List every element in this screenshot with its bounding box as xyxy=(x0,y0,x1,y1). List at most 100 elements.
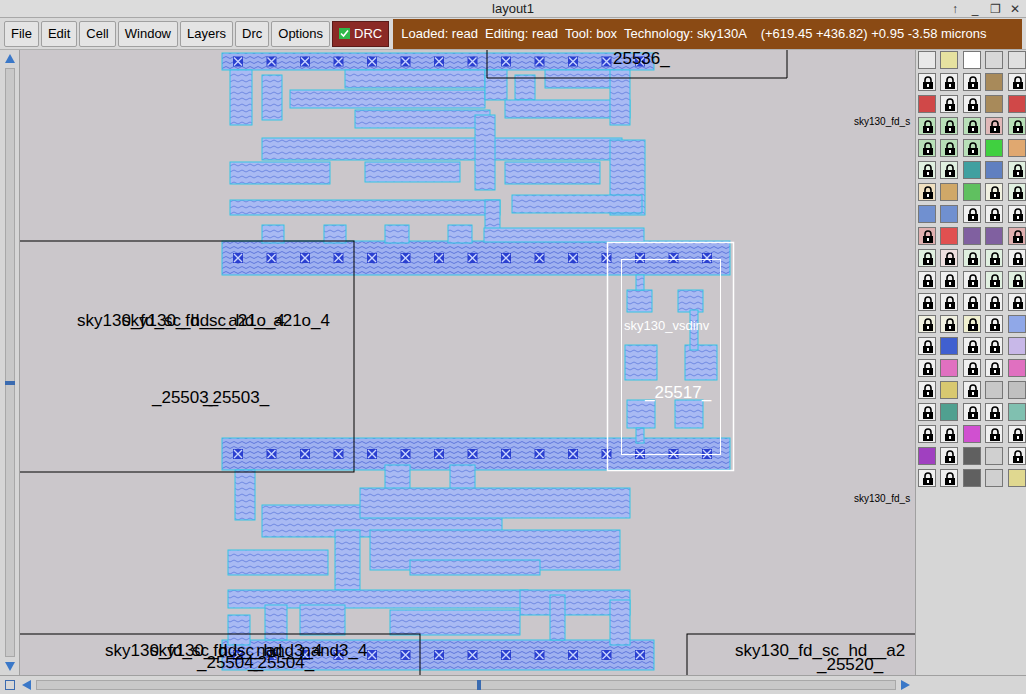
layer-swatch[interactable] xyxy=(918,315,936,333)
layer-swatch[interactable] xyxy=(918,73,936,91)
window-control-button[interactable]: ❐ xyxy=(988,0,1002,18)
layer-swatch[interactable] xyxy=(985,381,1003,399)
layer-swatch[interactable] xyxy=(940,183,958,201)
layer-swatch[interactable] xyxy=(1008,271,1026,289)
layer-swatch[interactable] xyxy=(963,161,981,179)
layer-swatch[interactable] xyxy=(940,403,958,421)
menu-button[interactable]: Options xyxy=(271,21,330,47)
scroll-thumb[interactable] xyxy=(477,680,481,690)
menu-button[interactable]: Window xyxy=(118,21,178,47)
layer-swatch[interactable] xyxy=(918,117,936,135)
layer-swatch[interactable] xyxy=(1008,183,1026,201)
layer-swatch[interactable] xyxy=(985,447,1003,465)
layer-swatch[interactable] xyxy=(963,249,981,267)
layer-swatch[interactable] xyxy=(918,469,936,487)
layer-swatch[interactable] xyxy=(985,469,1003,487)
layer-swatch[interactable] xyxy=(940,205,958,223)
layer-swatch[interactable] xyxy=(918,183,936,201)
scroll-up-icon[interactable] xyxy=(3,52,17,66)
layer-swatch[interactable] xyxy=(940,293,958,311)
layer-swatch[interactable] xyxy=(918,293,936,311)
layer-swatch[interactable] xyxy=(963,293,981,311)
layer-swatch[interactable] xyxy=(1008,51,1026,69)
layer-swatch[interactable] xyxy=(918,381,936,399)
layer-swatch[interactable] xyxy=(1008,205,1026,223)
layer-swatch[interactable] xyxy=(985,117,1003,135)
layer-swatch[interactable] xyxy=(940,337,958,355)
window-control-button[interactable]: ↑ xyxy=(948,0,962,18)
layer-swatch[interactable] xyxy=(940,447,958,465)
layer-swatch[interactable] xyxy=(963,227,981,245)
layer-swatch[interactable] xyxy=(1008,95,1026,113)
layer-swatch[interactable] xyxy=(985,227,1003,245)
layer-swatch[interactable] xyxy=(1008,403,1026,421)
layer-swatch[interactable] xyxy=(963,469,981,487)
layer-swatch[interactable] xyxy=(985,359,1003,377)
menu-button[interactable]: Cell xyxy=(79,21,115,47)
layer-swatch[interactable] xyxy=(918,337,936,355)
layer-swatch[interactable] xyxy=(963,183,981,201)
layer-swatch[interactable] xyxy=(985,51,1003,69)
layer-swatch[interactable] xyxy=(940,381,958,399)
layer-swatch[interactable] xyxy=(1008,73,1026,91)
layer-swatch[interactable] xyxy=(940,469,958,487)
layer-swatch[interactable] xyxy=(985,73,1003,91)
layer-swatch[interactable] xyxy=(985,205,1003,223)
layer-swatch[interactable] xyxy=(1008,161,1026,179)
layer-swatch[interactable] xyxy=(1008,249,1026,267)
layer-swatch[interactable] xyxy=(963,337,981,355)
scroll-left-icon[interactable] xyxy=(20,678,34,692)
layer-swatch[interactable] xyxy=(985,271,1003,289)
layer-swatch[interactable] xyxy=(940,139,958,157)
layer-swatch[interactable] xyxy=(940,95,958,113)
layer-swatch[interactable] xyxy=(963,447,981,465)
layer-swatch[interactable] xyxy=(963,403,981,421)
layer-swatch[interactable] xyxy=(918,95,936,113)
layer-swatch[interactable] xyxy=(918,249,936,267)
scroll-right-icon[interactable] xyxy=(898,678,912,692)
menu-button[interactable]: File xyxy=(4,21,39,47)
layer-swatch[interactable] xyxy=(918,447,936,465)
layer-swatch[interactable] xyxy=(985,183,1003,201)
layer-swatch[interactable] xyxy=(985,315,1003,333)
drc-toggle[interactable]: DRC xyxy=(332,21,389,47)
drc-checkbox[interactable] xyxy=(339,28,350,39)
layer-swatch[interactable] xyxy=(1008,447,1026,465)
layer-swatch[interactable] xyxy=(1008,425,1026,443)
layer-swatch[interactable] xyxy=(918,161,936,179)
layer-swatch[interactable] xyxy=(1008,337,1026,355)
scroll-down-icon[interactable] xyxy=(3,659,17,673)
layer-swatch[interactable] xyxy=(940,73,958,91)
layer-swatch[interactable] xyxy=(963,73,981,91)
layer-swatch[interactable] xyxy=(985,95,1003,113)
window-control-button[interactable]: _ xyxy=(968,0,982,18)
menu-button[interactable]: Layers xyxy=(180,21,233,47)
layer-swatch[interactable] xyxy=(918,425,936,443)
layer-swatch[interactable] xyxy=(940,359,958,377)
layer-swatch[interactable] xyxy=(918,227,936,245)
horizontal-scrollbar[interactable] xyxy=(0,675,1026,694)
layer-swatch[interactable] xyxy=(1008,469,1026,487)
layer-swatch[interactable] xyxy=(1008,117,1026,135)
layer-swatch[interactable] xyxy=(985,293,1003,311)
window-control-button[interactable]: ✕ xyxy=(1008,0,1022,18)
vertical-scrollbar[interactable] xyxy=(0,50,20,675)
layer-swatch[interactable] xyxy=(1008,381,1026,399)
layer-swatch[interactable] xyxy=(963,315,981,333)
layer-swatch[interactable] xyxy=(918,139,936,157)
layer-swatch[interactable] xyxy=(1008,315,1026,333)
layer-swatch[interactable] xyxy=(918,51,936,69)
layer-swatch[interactable] xyxy=(963,117,981,135)
layout-canvas[interactable]: sky130_fd_sc_hd__a21o_4sky130_fd_sc_hd__… xyxy=(20,50,915,675)
menu-button[interactable]: Edit xyxy=(41,21,77,47)
layer-swatch[interactable] xyxy=(940,425,958,443)
layer-swatch[interactable] xyxy=(918,205,936,223)
layer-swatch[interactable] xyxy=(940,161,958,179)
layer-swatch[interactable] xyxy=(963,51,981,69)
layer-swatch[interactable] xyxy=(985,425,1003,443)
layer-swatch[interactable] xyxy=(985,403,1003,421)
layer-swatch[interactable] xyxy=(963,139,981,157)
layer-swatch[interactable] xyxy=(940,271,958,289)
layer-swatch[interactable] xyxy=(918,403,936,421)
layer-swatch[interactable] xyxy=(985,249,1003,267)
